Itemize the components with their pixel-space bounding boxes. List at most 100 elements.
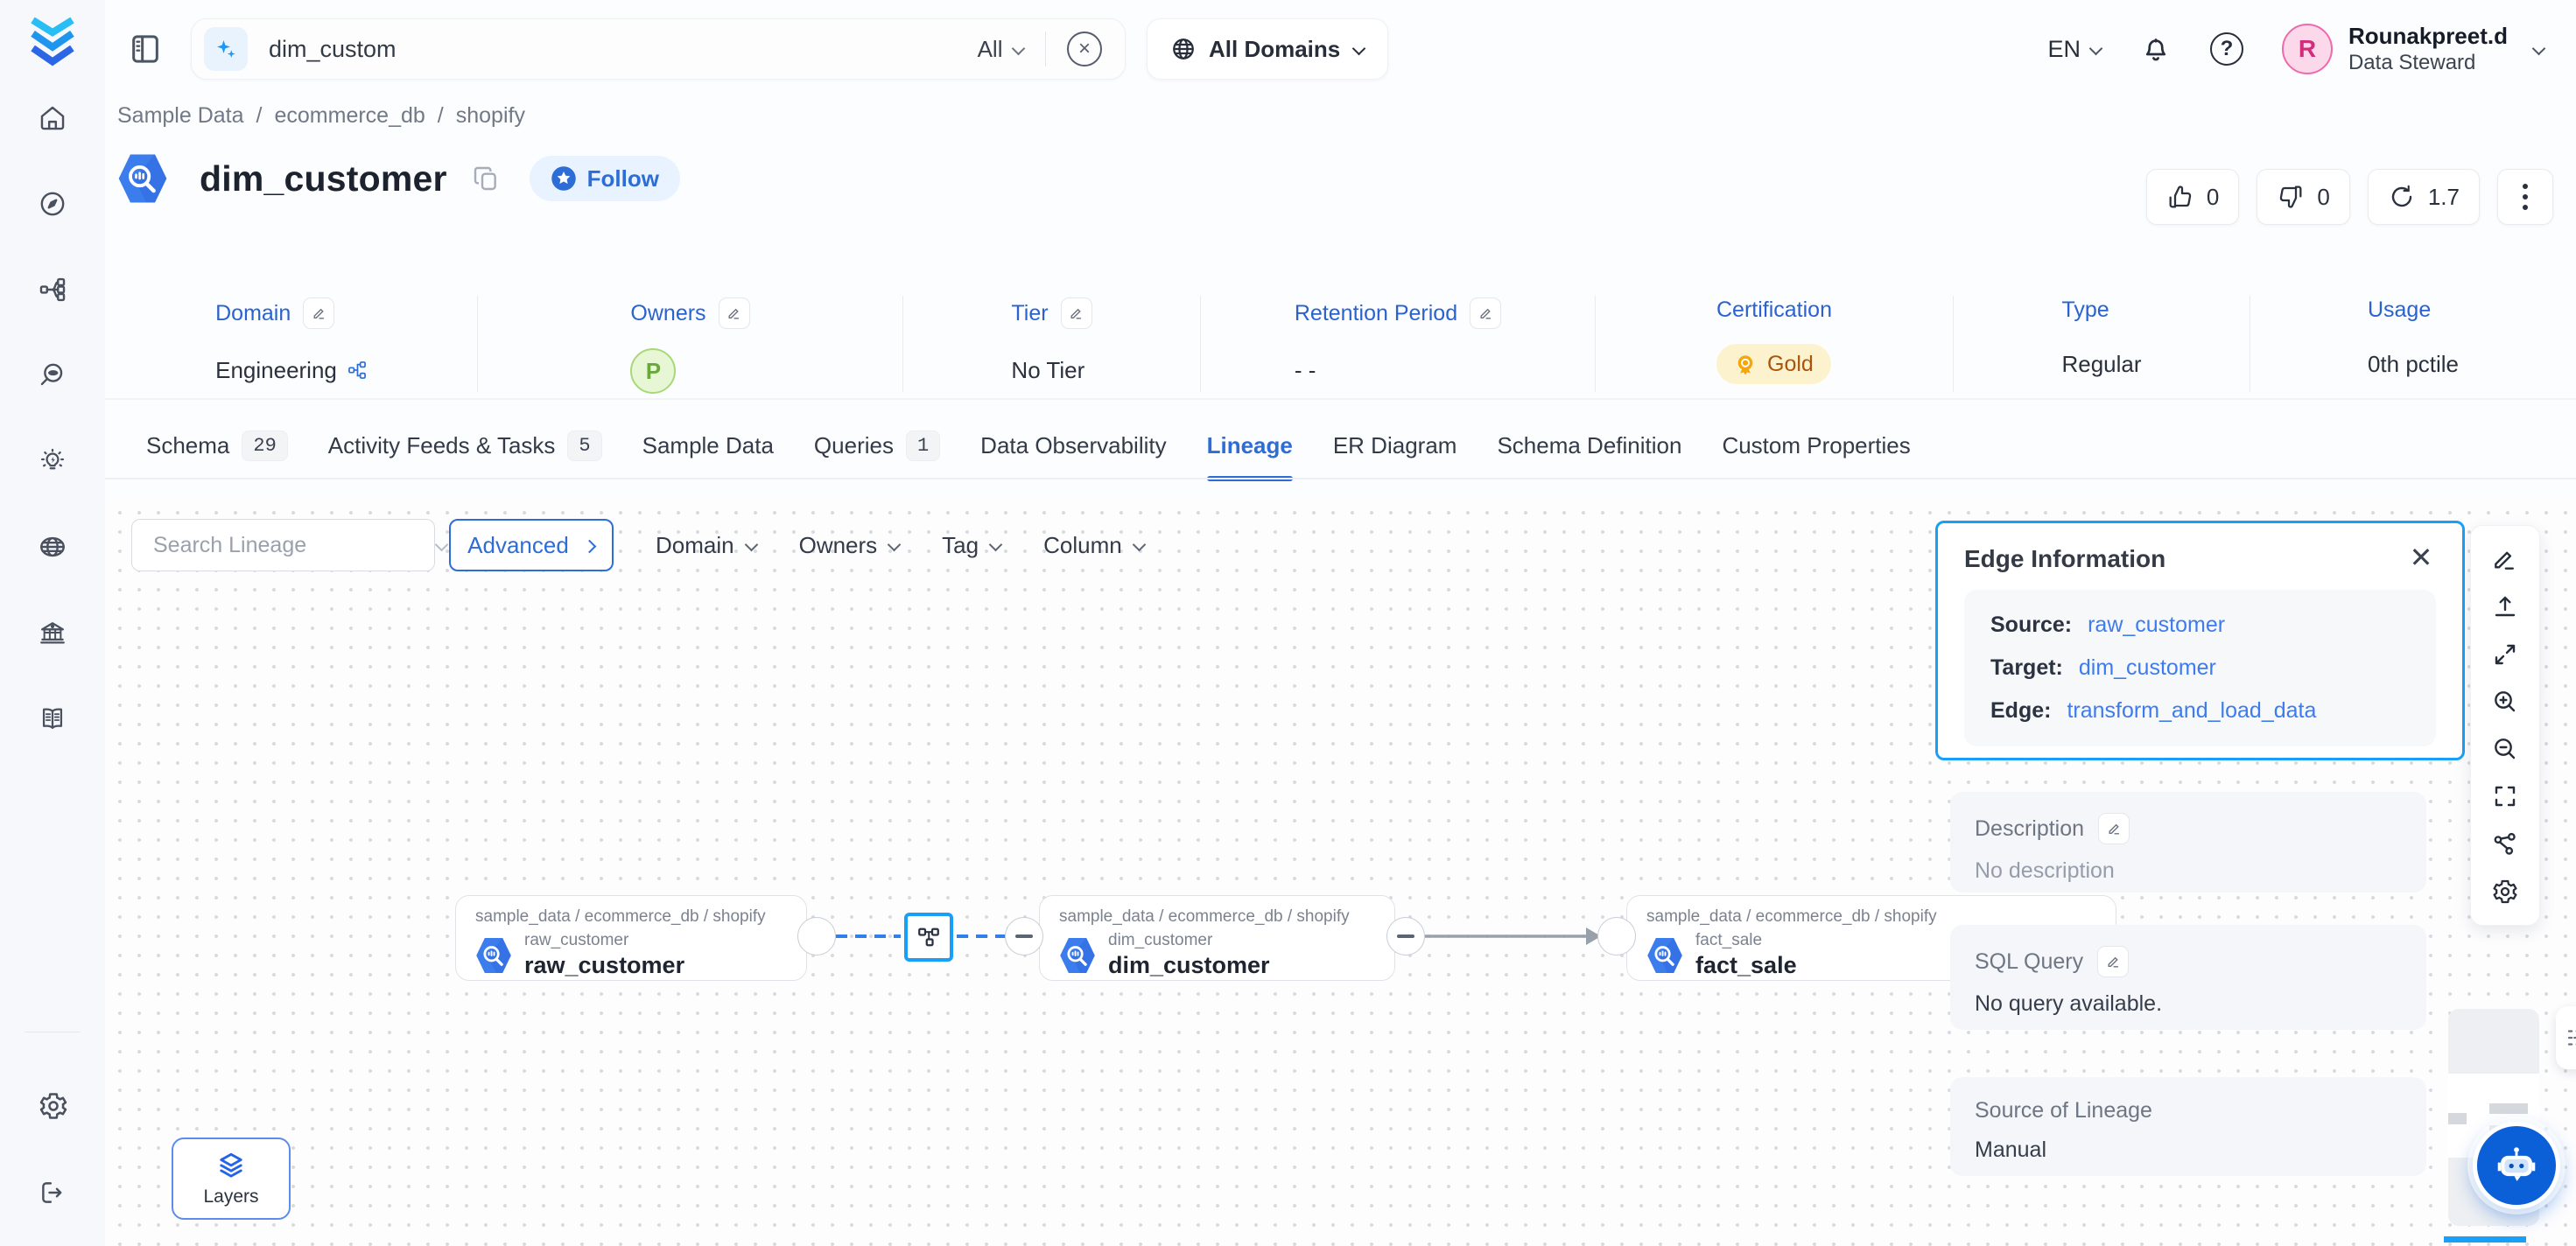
edit-tier-button[interactable] bbox=[1061, 298, 1092, 329]
downvote-button[interactable]: 0 bbox=[2257, 169, 2349, 225]
chevron-down-icon bbox=[2089, 43, 2102, 55]
explore-icon[interactable] bbox=[38, 189, 67, 219]
filter-tag-dropdown[interactable]: Tag bbox=[942, 532, 1001, 559]
version-button[interactable]: 1.7 bbox=[2368, 169, 2480, 225]
domain-value[interactable]: Engineering bbox=[215, 357, 337, 384]
fit-view-icon[interactable] bbox=[2491, 640, 2519, 668]
usage-label: Usage bbox=[2368, 298, 2431, 323]
app-logo[interactable] bbox=[24, 14, 81, 72]
breadcrumb-item[interactable]: ecommerce_db bbox=[274, 103, 425, 129]
tab-custom-properties[interactable]: Custom Properties bbox=[1722, 411, 1910, 480]
domains-icon[interactable] bbox=[38, 275, 67, 304]
ai-sparkle-icon[interactable] bbox=[204, 27, 248, 71]
layers-button[interactable]: Layers bbox=[172, 1138, 291, 1220]
tab-queries[interactable]: Queries1 bbox=[814, 411, 940, 480]
search-input[interactable] bbox=[269, 36, 978, 63]
chatbot-button[interactable] bbox=[2473, 1122, 2560, 1209]
export-icon[interactable] bbox=[2491, 592, 2519, 620]
metadata-tier: Tier No Tier bbox=[903, 296, 1201, 392]
node-collapse-handle[interactable] bbox=[1005, 917, 1043, 956]
edge-panel-title: Edge Information bbox=[1964, 545, 2165, 573]
zoom-out-icon[interactable] bbox=[2491, 735, 2519, 763]
tab-activity-feeds[interactable]: Activity Feeds & Tasks5 bbox=[328, 411, 602, 480]
node-breadcrumb: sample_data / ecommerce_db / shopify bbox=[475, 907, 787, 927]
owner-avatar[interactable]: P bbox=[630, 348, 676, 394]
minimap-node bbox=[2448, 1113, 2467, 1124]
metadata-retention: Retention Period - - bbox=[1201, 296, 1596, 392]
globe-icon[interactable] bbox=[38, 532, 67, 562]
metadata-type: Type Regular bbox=[1954, 296, 2250, 392]
lineage-canvas[interactable]: Advanced Domain Owners Tag Column sample… bbox=[105, 496, 2576, 1246]
all-domains-dropdown[interactable]: All Domains bbox=[1147, 18, 1388, 80]
observability-icon[interactable] bbox=[38, 360, 67, 390]
upvote-button[interactable]: 0 bbox=[2146, 169, 2239, 225]
edge-pipeline-link[interactable]: transform_and_load_data bbox=[2067, 698, 2316, 724]
edge-summary-card: Source:raw_customer Target:dim_customer … bbox=[1964, 590, 2436, 746]
copy-icon[interactable] bbox=[472, 164, 500, 192]
lineage-settings-icon[interactable] bbox=[2491, 878, 2519, 906]
fullscreen-icon[interactable] bbox=[2491, 782, 2519, 810]
user-menu[interactable]: R Rounakpreet.d Data Steward bbox=[2282, 22, 2544, 77]
lineage-search-input[interactable] bbox=[153, 533, 435, 558]
advanced-filter-button[interactable]: Advanced bbox=[449, 519, 614, 571]
edit-lineage-icon[interactable] bbox=[2491, 545, 2519, 573]
domain-label[interactable]: Domain bbox=[215, 301, 291, 326]
node-handle-target[interactable] bbox=[1597, 917, 1636, 956]
chevron-right-icon bbox=[583, 539, 595, 551]
certification-badge[interactable]: Gold bbox=[1716, 344, 1831, 384]
insights-icon[interactable] bbox=[38, 446, 67, 476]
lineage-quick-action-button[interactable] bbox=[2556, 1006, 2576, 1069]
filter-column-dropdown[interactable]: Column bbox=[1043, 532, 1145, 559]
lineage-search[interactable] bbox=[131, 519, 435, 571]
lineage-controls-toolbar bbox=[2470, 525, 2540, 926]
metadata-row: Domain Engineering Owners P bbox=[105, 296, 2576, 392]
node-handle-source[interactable] bbox=[797, 917, 836, 956]
tab-lineage[interactable]: Lineage bbox=[1207, 411, 1293, 480]
edit-sql-button[interactable] bbox=[2097, 946, 2129, 977]
share-lineage-icon[interactable] bbox=[2491, 830, 2519, 858]
breadcrumb-item[interactable]: shopify bbox=[456, 103, 525, 129]
breadcrumb-item[interactable]: Sample Data bbox=[117, 103, 244, 129]
settings-icon[interactable] bbox=[38, 1090, 67, 1120]
language-dropdown[interactable]: EN bbox=[2047, 36, 2102, 63]
tab-schema[interactable]: Schema29 bbox=[146, 411, 288, 480]
edge-source-link[interactable]: raw_customer bbox=[2088, 612, 2225, 638]
governance-icon[interactable] bbox=[38, 618, 67, 648]
tab-er-diagram[interactable]: ER Diagram bbox=[1333, 411, 1457, 480]
search-scope-dropdown[interactable]: All bbox=[978, 36, 1024, 63]
edge-source-label: Source: bbox=[1990, 612, 2072, 638]
tabs-divider bbox=[105, 478, 2576, 480]
chevron-down-icon bbox=[1012, 43, 1024, 55]
home-icon[interactable] bbox=[38, 103, 67, 133]
filter-owners-dropdown[interactable]: Owners bbox=[799, 532, 901, 559]
edit-description-button[interactable] bbox=[2098, 813, 2130, 844]
help-icon[interactable]: ? bbox=[2210, 32, 2243, 66]
lineage-node-raw-customer[interactable]: sample_data / ecommerce_db / shopify raw… bbox=[455, 895, 807, 981]
follow-button[interactable]: Follow bbox=[530, 156, 680, 201]
node-collapse-handle[interactable] bbox=[1386, 917, 1425, 956]
edit-retention-button[interactable] bbox=[1470, 298, 1501, 329]
edge-target-link[interactable]: dim_customer bbox=[2079, 655, 2216, 681]
tab-schema-definition[interactable]: Schema Definition bbox=[1497, 411, 1681, 480]
edit-owners-button[interactable] bbox=[719, 298, 750, 329]
metadata-certification: Certification Gold bbox=[1596, 296, 1954, 392]
chevron-down-icon bbox=[989, 539, 1001, 551]
clear-search-icon[interactable]: × bbox=[1067, 32, 1102, 66]
type-label: Type bbox=[2061, 298, 2109, 323]
zoom-in-icon[interactable] bbox=[2491, 688, 2519, 716]
edit-domain-button[interactable] bbox=[303, 298, 334, 329]
close-icon[interactable]: ✕ bbox=[2406, 544, 2436, 574]
more-options-button[interactable] bbox=[2497, 169, 2553, 225]
filter-domain-dropdown[interactable]: Domain bbox=[656, 532, 757, 559]
global-search-bar[interactable]: All × bbox=[191, 18, 1126, 80]
notifications-bell-icon[interactable] bbox=[2140, 33, 2172, 65]
logout-icon[interactable] bbox=[38, 1178, 67, 1208]
lineage-node-dim-customer[interactable]: sample_data / ecommerce_db / shopify dim… bbox=[1039, 895, 1395, 981]
node-breadcrumb: sample_data / ecommerce_db / shopify bbox=[1059, 907, 1375, 927]
sidebar-toggle-icon[interactable] bbox=[128, 30, 163, 68]
glossary-icon[interactable] bbox=[38, 704, 67, 733]
tab-data-observability[interactable]: Data Observability bbox=[980, 411, 1166, 480]
bigquery-icon bbox=[475, 935, 512, 976]
tab-sample-data[interactable]: Sample Data bbox=[642, 411, 774, 480]
pipeline-edge-button[interactable] bbox=[904, 913, 953, 962]
